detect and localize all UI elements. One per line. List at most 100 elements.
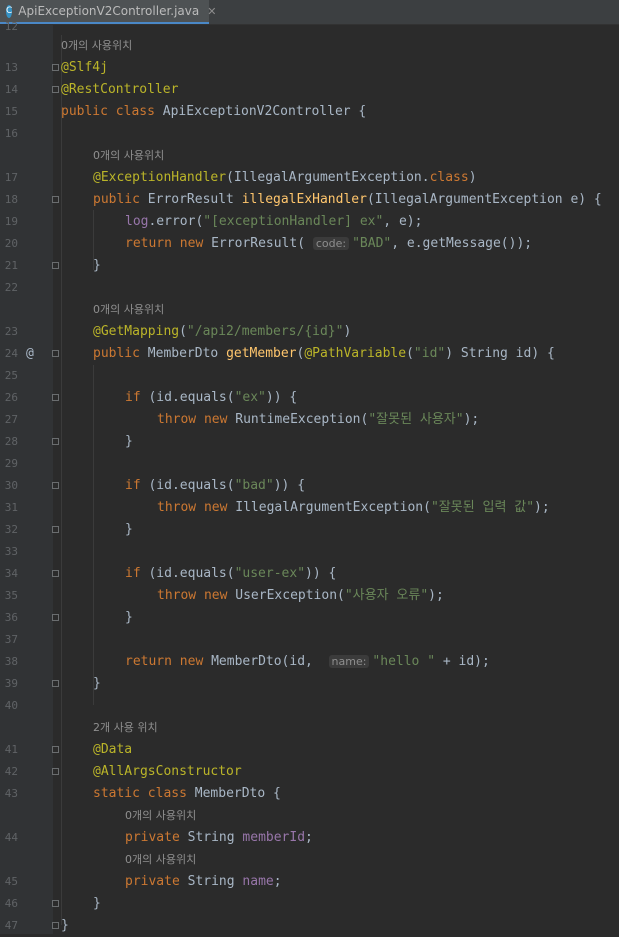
line-number: 34 (4, 567, 18, 580)
code-text: @GetMapping("/api2/members/{id}") (93, 324, 352, 339)
code-line: 42 @AllArgsConstructor (0, 761, 619, 783)
fold-marker-icon[interactable] (52, 438, 59, 445)
fold-marker-icon[interactable] (52, 680, 59, 687)
code-line: 24 @ public MemberDto getMember(@PathVar… (0, 343, 619, 365)
code-text: public MemberDto getMember(@PathVariable… (93, 346, 555, 361)
fold-marker-icon[interactable] (52, 570, 59, 577)
line-number: 25 (4, 369, 18, 382)
code-line: 46 } (0, 893, 619, 915)
line-number: 22 (4, 281, 18, 294)
fold-marker-icon[interactable] (52, 394, 59, 401)
fold-marker-icon[interactable] (52, 64, 59, 71)
code-line: 32 } (0, 519, 619, 541)
code-line: 31 throw new IllegalArgumentException("잘… (0, 497, 619, 519)
code-editor[interactable]: 12 0개의 사용위치 13 @Slf4j 14 @RestController… (0, 20, 619, 934)
code-line: 35 throw new UserException("사용자 오류"); (0, 585, 619, 607)
code-line: 37 (0, 629, 619, 651)
line-number: 20 (4, 237, 18, 250)
code-text: log.error("[exceptionHandler] ex", e); (125, 214, 423, 229)
code-line: 43 static class MemberDto { (0, 783, 619, 805)
code-line: 27 throw new RuntimeException("잘못된 사용자")… (0, 409, 619, 431)
code-text: } (125, 522, 133, 537)
code-line: 13 @Slf4j (0, 57, 619, 79)
code-text: @AllArgsConstructor (93, 764, 242, 779)
code-text: @Data (93, 742, 133, 757)
line-number: 26 (4, 391, 18, 404)
code-text: if (id.equals("bad")) { (125, 478, 306, 493)
code-line: 30 if (id.equals("bad")) { (0, 475, 619, 497)
line-number: 12 (4, 20, 18, 33)
line-number: 41 (4, 743, 18, 756)
code-line: 40 (0, 695, 619, 717)
line-number: 14 (4, 83, 18, 96)
code-text: } (125, 434, 133, 449)
code-text: } (125, 610, 133, 625)
code-text: public ErrorResult illegalExHandler(Ille… (93, 192, 602, 207)
code-text: public class ApiExceptionV2Controller { (61, 104, 367, 119)
fold-marker-icon[interactable] (52, 350, 59, 357)
fold-marker-icon[interactable] (52, 86, 59, 93)
code-text: } (93, 676, 101, 691)
fold-marker-icon[interactable] (52, 526, 59, 533)
code-line: 15 public class ApiExceptionV2Controller… (0, 101, 619, 123)
line-number: 27 (4, 413, 18, 426)
usage-hint[interactable]: 0개의 사용위치 (125, 805, 196, 827)
code-text: private String memberId; (125, 830, 313, 845)
code-text: throw new UserException("사용자 오류"); (157, 588, 444, 603)
line-number: 32 (4, 523, 18, 536)
line-number: 38 (4, 655, 18, 668)
line-number: 17 (4, 171, 18, 184)
code-line: 14 @RestController (0, 79, 619, 101)
line-number: 43 (4, 787, 18, 800)
code-line: 26 if (id.equals("ex")) { (0, 387, 619, 409)
code-line: 16 (0, 123, 619, 145)
line-number: 31 (4, 501, 18, 514)
code-text: @ExceptionHandler(IllegalArgumentExcepti… (93, 170, 477, 185)
line-number: 45 (4, 875, 18, 888)
usage-hint[interactable]: 0개의 사용위치 (93, 299, 164, 321)
code-line: 34 if (id.equals("user-ex")) { (0, 563, 619, 585)
line-number: 15 (4, 105, 18, 118)
usage-hint[interactable]: 0개의 사용위치 (125, 849, 196, 871)
fold-marker-icon[interactable] (52, 482, 59, 489)
code-line: 17 @ExceptionHandler(IllegalArgumentExce… (0, 167, 619, 189)
usage-hint[interactable]: 2개 사용 위치 (93, 717, 158, 739)
fold-marker-icon[interactable] (52, 262, 59, 269)
line-number: 46 (4, 897, 18, 910)
code-line: 33 (0, 541, 619, 563)
line-number: 42 (4, 765, 18, 778)
line-number: 29 (4, 457, 18, 470)
usage-hint[interactable]: 0개의 사용위치 (93, 145, 164, 167)
code-text: return new MemberDto(id, name: "hello " +… (125, 654, 490, 669)
code-text: throw new IllegalArgumentException("잘못된 … (157, 500, 550, 515)
code-line: 45 private String name; (0, 871, 619, 893)
line-number: 16 (4, 127, 18, 140)
code-text: throw new RuntimeException("잘못된 사용자"); (157, 412, 480, 427)
code-line: 25 (0, 365, 619, 387)
line-number: 37 (4, 633, 18, 646)
line-number: 23 (4, 325, 18, 338)
line-number: 13 (4, 61, 18, 74)
line-number: 19 (4, 215, 18, 228)
code-line: 39 } (0, 673, 619, 695)
usage-hint[interactable]: 0개의 사용위치 (61, 35, 132, 57)
fold-marker-icon[interactable] (52, 196, 59, 203)
line-number: 36 (4, 611, 18, 624)
code-text: static class MemberDto { (93, 786, 281, 801)
fold-marker-icon[interactable] (52, 922, 59, 929)
line-number: 18 (4, 193, 18, 206)
mapping-marker-icon[interactable]: @ (26, 343, 34, 365)
code-line: 19 log.error("[exceptionHandler] ex", e)… (0, 211, 619, 233)
code-line: 20 return new ErrorResult( code: "BAD", e… (0, 233, 619, 255)
code-line: 38 return new MemberDto(id, name: "hello … (0, 651, 619, 673)
line-number: 44 (4, 831, 18, 844)
fold-marker-icon[interactable] (52, 768, 59, 775)
code-line: 44 private String memberId; (0, 827, 619, 849)
fold-marker-icon[interactable] (52, 900, 59, 907)
fold-marker-icon[interactable] (52, 614, 59, 621)
line-number: 30 (4, 479, 18, 492)
fold-marker-icon[interactable] (52, 746, 59, 753)
code-line: 18 public ErrorResult illegalExHandler(I… (0, 189, 619, 211)
code-text: private String name; (125, 874, 282, 889)
code-line: 23 @GetMapping("/api2/members/{id}") (0, 321, 619, 343)
